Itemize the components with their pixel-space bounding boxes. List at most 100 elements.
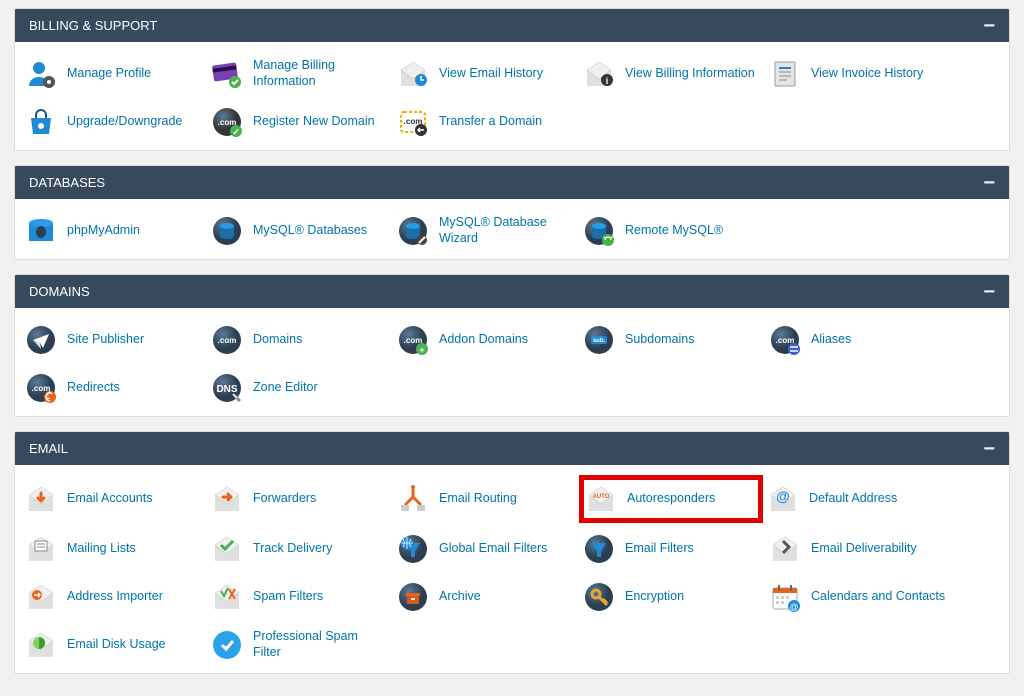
svg-text:i: i bbox=[606, 76, 609, 86]
envelope-auto-icon: AUTO bbox=[585, 483, 617, 515]
app-item-label: Encryption bbox=[625, 589, 684, 605]
app-item-upgrade-downgrade[interactable]: Upgrade/Downgrade bbox=[21, 100, 207, 144]
app-item-label: Domains bbox=[253, 332, 302, 348]
app-item-label: Register New Domain bbox=[253, 114, 375, 130]
app-item-email-routing[interactable]: Email Routing bbox=[393, 475, 579, 523]
dns-icon: DNS bbox=[211, 372, 243, 404]
app-item-label: Site Publisher bbox=[67, 332, 144, 348]
app-item-transfer-a-domain[interactable]: .com Transfer a Domain bbox=[393, 100, 579, 144]
key-sphere-icon bbox=[583, 581, 615, 613]
profile-icon bbox=[25, 58, 57, 90]
app-item-mysql-database-wizard[interactable]: MySQL® Database Wizard bbox=[393, 209, 579, 253]
funnel-icon bbox=[583, 533, 615, 565]
app-item-label: Global Email Filters bbox=[439, 541, 547, 557]
app-item-label: Manage Billing Information bbox=[253, 58, 389, 89]
app-item-forwarders[interactable]: Forwarders bbox=[207, 475, 393, 523]
panel-body: Site Publisher .com Domains .com+ Addon Doma… bbox=[15, 308, 1009, 416]
app-item-professional-spam-filter[interactable]: Professional Spam Filter bbox=[207, 623, 393, 667]
app-item-remote-mysql-[interactable]: Remote MySQL® bbox=[579, 209, 765, 253]
app-item-track-delivery[interactable]: Track Delivery bbox=[207, 527, 393, 571]
app-item-label: Manage Profile bbox=[67, 66, 151, 82]
db-wizard-icon bbox=[397, 215, 429, 247]
com-badge-yellow-icon: .com bbox=[397, 106, 429, 138]
app-item-manage-billing-information[interactable]: Manage Billing Information bbox=[207, 52, 393, 96]
app-item-email-deliverability[interactable]: Email Deliverability bbox=[765, 527, 951, 571]
panel-header[interactable]: DATABASES− bbox=[15, 166, 1009, 199]
app-item-view-billing-information[interactable]: i View Billing Information bbox=[579, 52, 765, 96]
app-item-subdomains[interactable]: sub. Subdomains bbox=[579, 318, 765, 362]
app-item-aliases[interactable]: .comAliases bbox=[765, 318, 951, 362]
panel-title: EMAIL bbox=[29, 441, 68, 456]
funnel-globe-icon bbox=[397, 533, 429, 565]
app-item-spam-filters[interactable]: Spam Filters bbox=[207, 575, 393, 619]
bag-icon bbox=[25, 106, 57, 138]
panel-databases: DATABASES− phpMyAdmin MySQL® DatabasesMySQ… bbox=[14, 165, 1010, 260]
app-item-manage-profile[interactable]: Manage Profile bbox=[21, 52, 207, 96]
envelope-disk-icon bbox=[25, 629, 57, 661]
collapse-icon[interactable]: − bbox=[983, 20, 995, 32]
app-item-label: Transfer a Domain bbox=[439, 114, 542, 130]
app-item-redirects[interactable]: .comRedirects bbox=[21, 366, 207, 410]
app-item-email-filters[interactable]: Email Filters bbox=[579, 527, 765, 571]
app-item-register-new-domain[interactable]: .com✓Register New Domain bbox=[207, 100, 393, 144]
app-item-archive[interactable]: Archive bbox=[393, 575, 579, 619]
app-item-email-accounts[interactable]: Email Accounts bbox=[21, 475, 207, 523]
app-item-mysql-databases[interactable]: MySQL® Databases bbox=[207, 209, 393, 253]
panel-header[interactable]: DOMAINS − bbox=[15, 275, 1009, 308]
app-item-label: Redirects bbox=[67, 380, 120, 396]
app-item-label: View Invoice History bbox=[811, 66, 923, 82]
app-item-label: Upgrade/Downgrade bbox=[67, 114, 182, 130]
invoice-icon bbox=[769, 58, 801, 90]
panel-title: BILLING & SUPPORT bbox=[29, 18, 157, 33]
app-item-label: Remote MySQL® bbox=[625, 223, 723, 239]
db-sphere-icon bbox=[211, 215, 243, 247]
app-item-mailing-lists[interactable]: Mailing Lists bbox=[21, 527, 207, 571]
app-item-autoresponders[interactable]: AUTOAutoresponders bbox=[579, 475, 763, 523]
routing-icon bbox=[397, 483, 429, 515]
app-item-zone-editor[interactable]: DNSZone Editor bbox=[207, 366, 393, 410]
panel-title: DOMAINS bbox=[29, 284, 90, 299]
email-clock-icon bbox=[397, 58, 429, 90]
app-item-calendars-and-contacts[interactable]: @Calendars and Contacts bbox=[765, 575, 951, 619]
app-item-email-disk-usage[interactable]: Email Disk Usage bbox=[21, 623, 207, 667]
app-item-label: Email Deliverability bbox=[811, 541, 917, 557]
app-item-label: Addon Domains bbox=[439, 332, 528, 348]
app-item-view-invoice-history[interactable]: View Invoice History bbox=[765, 52, 951, 96]
db-remote-icon bbox=[583, 215, 615, 247]
app-item-label: phpMyAdmin bbox=[67, 223, 140, 239]
app-item-addon-domains[interactable]: .com+ Addon Domains bbox=[393, 318, 579, 362]
app-item-label: Track Delivery bbox=[253, 541, 332, 557]
app-item-view-email-history[interactable]: View Email History bbox=[393, 52, 579, 96]
panel-header[interactable]: EMAIL − bbox=[15, 432, 1009, 465]
svg-text:AUTO: AUTO bbox=[593, 494, 610, 500]
collapse-icon[interactable]: − bbox=[983, 443, 995, 455]
svg-text:.com: .com bbox=[218, 336, 237, 345]
app-item-global-email-filters[interactable]: Global Email Filters bbox=[393, 527, 579, 571]
collapse-icon[interactable]: − bbox=[983, 177, 995, 189]
svg-text:sub.: sub. bbox=[593, 338, 606, 344]
panel-header[interactable]: BILLING & SUPPORT − bbox=[15, 9, 1009, 42]
panel-email: EMAIL − Email AccountsForwarders Email Rout… bbox=[14, 431, 1010, 674]
svg-text:✓: ✓ bbox=[232, 127, 240, 137]
app-item-domains[interactable]: .com Domains bbox=[207, 318, 393, 362]
app-item-label: Subdomains bbox=[625, 332, 695, 348]
app-item-label: Email Routing bbox=[439, 491, 517, 507]
app-item-site-publisher[interactable]: Site Publisher bbox=[21, 318, 207, 362]
app-item-label: Calendars and Contacts bbox=[811, 589, 945, 605]
app-item-label: Aliases bbox=[811, 332, 851, 348]
envelope-fwd-icon bbox=[211, 483, 243, 515]
envelope-list-icon bbox=[25, 533, 57, 565]
svg-text:+: + bbox=[419, 345, 424, 355]
app-item-phpmyadmin[interactable]: phpMyAdmin bbox=[21, 209, 207, 253]
collapse-icon[interactable]: − bbox=[983, 286, 995, 298]
app-item-label: Email Filters bbox=[625, 541, 694, 557]
app-item-label: Archive bbox=[439, 589, 481, 605]
app-item-label: View Billing Information bbox=[625, 66, 755, 82]
pro-spam-icon bbox=[211, 629, 243, 661]
app-item-label: Email Disk Usage bbox=[67, 637, 166, 653]
app-item-encryption[interactable]: Encryption bbox=[579, 575, 765, 619]
app-item-default-address[interactable]: @Default Address bbox=[763, 475, 949, 523]
app-item-address-importer[interactable]: Address Importer bbox=[21, 575, 207, 619]
paper-plane-icon bbox=[25, 324, 57, 356]
com-addon-icon: .com+ bbox=[397, 324, 429, 356]
